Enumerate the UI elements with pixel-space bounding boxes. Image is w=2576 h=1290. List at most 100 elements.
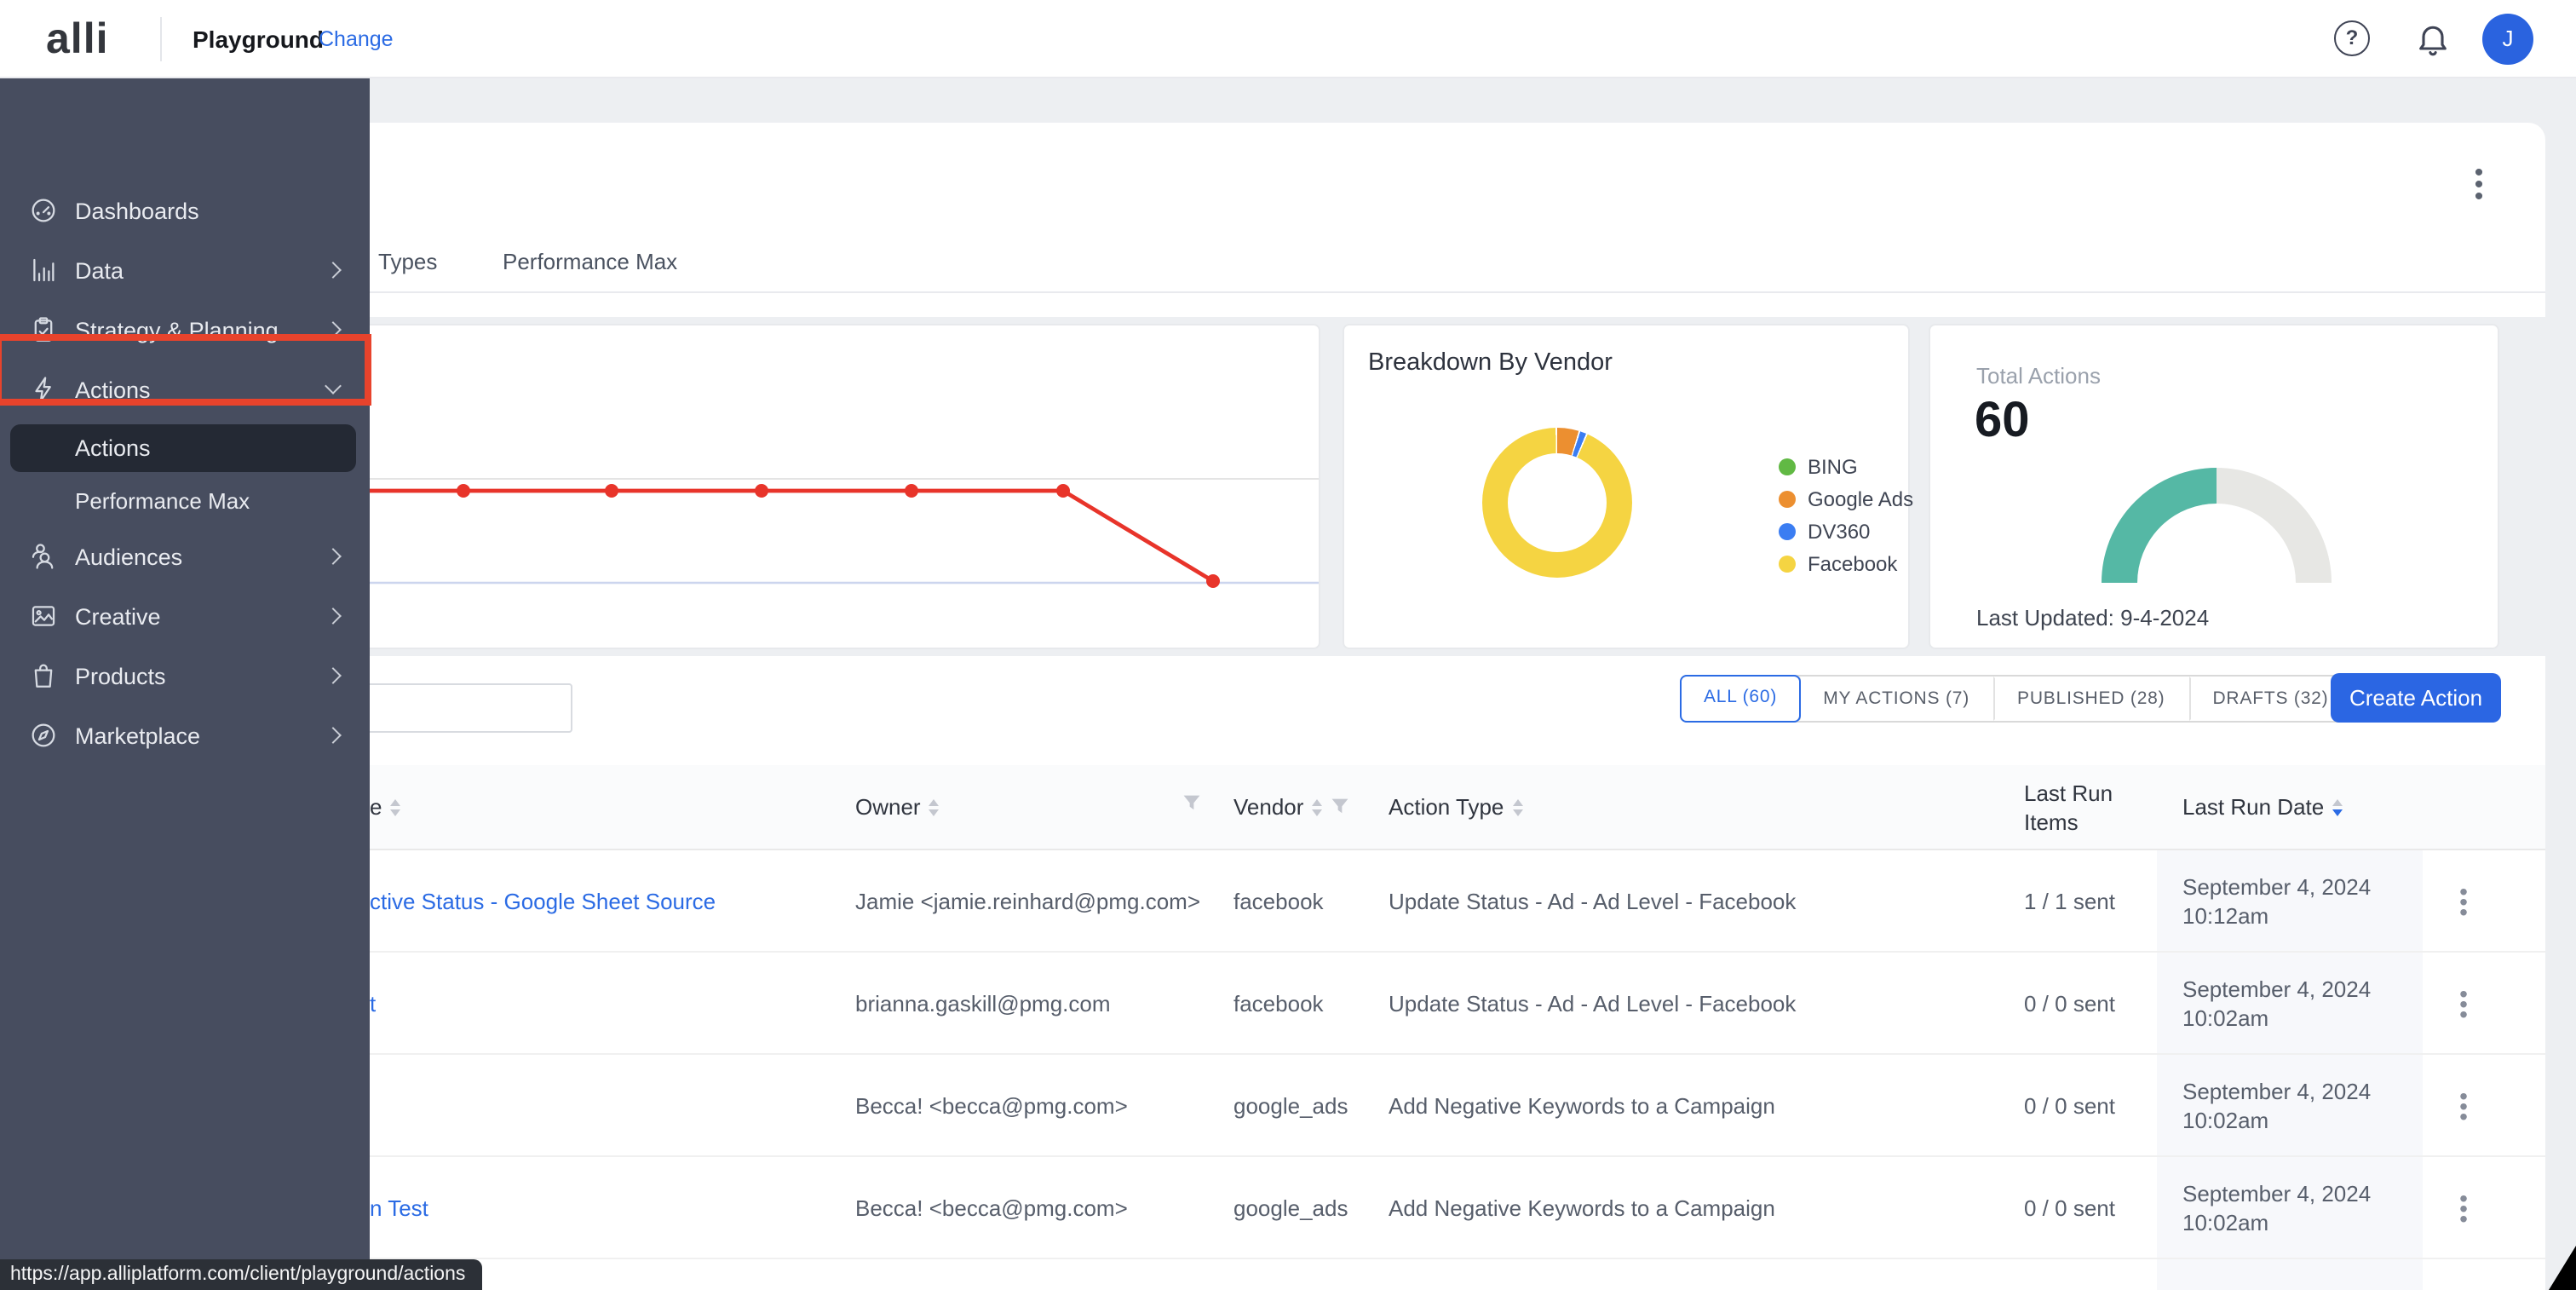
action-name-link[interactable]: n Test — [370, 1195, 428, 1220]
sidebar-item-label: Dashboards — [75, 199, 199, 224]
total-actions-label: Total Actions — [1976, 363, 2101, 389]
topbar-divider — [160, 17, 162, 61]
column-header-last-run-items: Last Run Items — [2024, 779, 2113, 837]
top-bar: alli Playground Change ? J — [0, 0, 2576, 78]
filter-button-my-actions-7[interactable]: MY ACTIONS (7) — [1799, 677, 1993, 721]
total-actions-card: Total Actions 60 Last Updated: 9-4-2024 — [1929, 324, 2499, 649]
tab-performance-max[interactable]: Performance Max — [503, 249, 677, 274]
last-run-items-header-line1: Last Run — [2024, 780, 2113, 806]
table-row: ctive Status - Google Sheet Source Jamie … — [341, 850, 2545, 953]
legend-dot-icon — [1779, 523, 1796, 540]
alli-logo[interactable]: alli — [46, 15, 109, 65]
status-bar-url: https://app.alliplatform.com/client/play… — [0, 1259, 482, 1290]
sidebar-item-marketplace[interactable]: Marketplace — [0, 707, 370, 765]
last-run-items-cell: 1 / 1 sent — [2024, 888, 2115, 913]
table-row: n TestBecca! <becca@pmg.com>google_adsAd… — [341, 1157, 2545, 1259]
legend-label: DV360 — [1808, 520, 1870, 544]
sidebar-subitem-label: Actions — [75, 435, 151, 461]
vendor-cell: facebook — [1233, 990, 1324, 1016]
create-action-button[interactable]: Create Action — [2331, 673, 2501, 723]
owner-cell: Becca! <becca@pmg.com> — [855, 1195, 1128, 1220]
dashboard-strip: Breakdown By Vendor BINGGoogle AdsDV360F… — [341, 317, 2545, 656]
notifications-bell-icon[interactable] — [2414, 20, 2452, 58]
line-chart — [342, 325, 1319, 648]
column-header-name[interactable]: e — [370, 794, 400, 820]
last-run-items-cell: 0 / 0 sent — [2024, 1092, 2115, 1118]
sort-carets-vendor-icon[interactable] — [1312, 798, 1322, 815]
vendor-cell: google_ads — [1233, 1195, 1348, 1220]
dashboard-icon — [29, 196, 58, 225]
tabs-divider — [341, 291, 2545, 293]
vendor-cell: google_ads — [1233, 1092, 1348, 1118]
change-client-link[interactable]: Change — [319, 27, 394, 51]
filter-funnel-icon[interactable] — [1331, 798, 1349, 816]
user-avatar[interactable]: J — [2482, 14, 2533, 65]
sort-carets-action-type-icon[interactable] — [1512, 798, 1522, 815]
last-run-date-cell: September 4, 202410:12am — [2182, 872, 2371, 930]
sort-carets-last-run-date-icon[interactable] — [2332, 798, 2343, 815]
column-header-vendor[interactable]: Vendor — [1233, 794, 1349, 820]
action-type-cell: Add Negative Keywords to a Campaign — [1389, 1092, 1775, 1118]
row-options-kebab-icon[interactable]: ••• — [2452, 1090, 2475, 1120]
mouse-cursor — [2549, 1246, 2576, 1290]
name-header-label: e — [370, 794, 382, 820]
column-header-owner[interactable]: Owner — [855, 794, 940, 820]
legend-label: Facebook — [1808, 552, 1897, 576]
sidebar-subitem-actions-active[interactable]: Actions — [10, 424, 356, 472]
owner-cell: Jamie <jamie.reinhard@pmg.com> — [855, 888, 1200, 913]
sidebar-item-audiences[interactable]: Audiences — [0, 528, 370, 586]
sidebar-subitem-label: Performance Max — [75, 488, 250, 514]
owner-filter[interactable] — [1182, 794, 1201, 813]
help-icon[interactable]: ? — [2334, 20, 2370, 56]
last-run-items-header-line2: Items — [2024, 809, 2079, 835]
annotation-highlight-box — [0, 334, 371, 406]
filter-button-published-28[interactable]: PUBLISHED (28) — [1993, 677, 2188, 721]
sidebar-item-dashboards[interactable]: Dashboards — [0, 182, 370, 240]
sidebar-item-products[interactable]: Products — [0, 648, 370, 705]
chevron-right-icon — [325, 262, 342, 279]
vendor-card-title: Breakdown By Vendor — [1368, 349, 1613, 377]
sidebar-item-label: Marketplace — [75, 723, 200, 749]
owner-header-label: Owner — [855, 794, 921, 820]
sidebar-item-creative[interactable]: Creative — [0, 588, 370, 646]
column-header-last-run-date[interactable]: Last Run Date — [2182, 794, 2343, 820]
legend-label: Google Ads — [1808, 487, 1913, 511]
last-run-date-header-label: Last Run Date — [2182, 794, 2324, 820]
main-panel: ••• Types Performance Max Breakdown By V… — [341, 123, 2545, 1290]
search-input[interactable] — [341, 683, 572, 733]
chevron-right-icon — [325, 608, 342, 625]
vendor-cell: facebook — [1233, 888, 1324, 913]
table-row: tbrianna.gaskill@pmg.comfacebookUpdate S… — [341, 953, 2545, 1055]
table-row-partial: September 3, 2024 — [341, 1259, 2545, 1290]
sidebar-item-label: Audiences — [75, 544, 182, 570]
filter-button-drafts-32[interactable]: DRAFTS (32) — [2188, 677, 2352, 721]
filter-button-all-60[interactable]: ALL (60) — [1680, 675, 1801, 723]
last-run-items-cell: 0 / 0 sent — [2024, 990, 2115, 1016]
page-options-kebab-icon[interactable]: ••• — [2467, 167, 2491, 204]
action-name-link[interactable]: t — [370, 990, 376, 1016]
client-name: Playground — [193, 26, 324, 53]
table-header: e Owner Vendor Action Type — [341, 765, 2545, 850]
products-icon — [29, 661, 58, 690]
total-actions-gauge — [2097, 465, 2336, 585]
creative-icon — [29, 602, 58, 631]
screen: ••• Types Performance Max Breakdown By V… — [0, 0, 2576, 1290]
chevron-right-icon — [325, 667, 342, 684]
chevron-right-icon — [325, 727, 342, 744]
action-type-header-label: Action Type — [1389, 794, 1504, 820]
sort-carets-owner-icon[interactable] — [929, 798, 940, 815]
sidebar-subitem-performance-max[interactable]: Performance Max — [0, 481, 370, 521]
column-header-action-type[interactable]: Action Type — [1389, 794, 1522, 820]
donut-hole — [1508, 453, 1607, 552]
tab-types[interactable]: Types — [378, 249, 437, 274]
row-options-kebab-icon[interactable]: ••• — [2452, 885, 2475, 916]
row-options-kebab-icon[interactable]: ••• — [2452, 1192, 2475, 1223]
last-run-date-cell: September 4, 202410:02am — [2182, 974, 2371, 1032]
filter-funnel-icon[interactable] — [1182, 794, 1201, 813]
action-type-cell: Update Status - Ad - Ad Level - Facebook — [1389, 990, 1796, 1016]
sort-carets-name-icon[interactable] — [390, 798, 400, 815]
actions-line-chart-card — [341, 324, 1320, 649]
row-options-kebab-icon[interactable]: ••• — [2452, 988, 2475, 1018]
action-name-link[interactable]: ctive Status - Google Sheet Source — [370, 888, 716, 913]
sidebar-item-data[interactable]: Data — [0, 242, 370, 300]
